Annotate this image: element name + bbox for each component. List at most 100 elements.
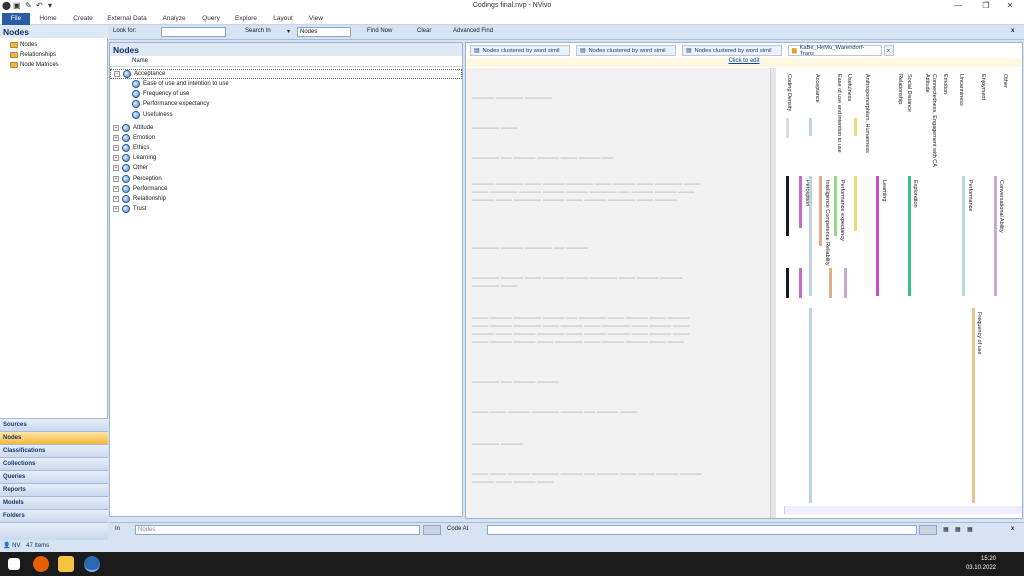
coding-stripe-acceptance[interactable] xyxy=(809,118,812,136)
node-row[interactable]: + Attitude xyxy=(110,123,462,133)
advanced-find-button[interactable]: Advanced Find xyxy=(453,28,493,34)
expand-icon[interactable]: + xyxy=(113,134,119,141)
node-row[interactable]: + Trust xyxy=(110,204,462,214)
coding-stripe-exploration[interactable] xyxy=(908,176,911,296)
code-options-icon[interactable]: ▦ xyxy=(967,526,973,533)
text-scrollbar[interactable] xyxy=(770,68,776,518)
coding-stripe-intelligence[interactable] xyxy=(829,268,832,298)
tab-create[interactable]: Create xyxy=(68,13,98,25)
close-tab-button[interactable]: x xyxy=(884,45,894,56)
code-icon[interactable]: ▦ xyxy=(943,526,949,533)
stripe-header-label[interactable]: Anthropomorphism, Humanness xyxy=(864,74,870,153)
coding-stripe-conversational-ability[interactable] xyxy=(994,176,997,296)
nav-button-sources[interactable]: Sources xyxy=(0,418,108,431)
coding-stripe-performance-expectancy[interactable] xyxy=(834,176,837,236)
file-explorer-icon[interactable] xyxy=(58,556,74,572)
code-at-field[interactable] xyxy=(487,525,917,535)
node-row[interactable]: + Other xyxy=(110,163,462,173)
node-row[interactable]: Performance expectancy xyxy=(110,99,462,109)
stripe-header-label[interactable]: Other xyxy=(1002,74,1008,88)
coding-stripe-intelligence[interactable] xyxy=(819,176,822,246)
stripe-header-label[interactable]: Connectedness, Engagement with CA xyxy=(931,74,937,167)
tree-item-nodes[interactable]: Nodes xyxy=(10,40,37,49)
close-window-button[interactable]: ✕ xyxy=(996,0,1024,12)
node-row[interactable]: + Ethics xyxy=(110,143,462,153)
tab-external-data[interactable]: External Data xyxy=(104,13,150,25)
nav-button-classifications[interactable]: Classifications xyxy=(0,444,108,457)
nav-button-folders[interactable]: Folders xyxy=(0,509,108,522)
coding-stripe-perception[interactable] xyxy=(799,176,802,228)
close-find-bar-button[interactable]: x xyxy=(1011,28,1014,34)
chevron-down-icon[interactable]: ▾ xyxy=(287,28,290,35)
find-now-button[interactable]: Find Now xyxy=(367,28,392,34)
coding-stripe-ease-of-use[interactable] xyxy=(854,176,857,231)
coding-stripe-relationship[interactable] xyxy=(844,268,847,298)
nav-options-button[interactable] xyxy=(0,522,108,540)
tab-view[interactable]: View xyxy=(303,13,329,25)
coding-stripe-performance[interactable] xyxy=(962,176,965,296)
coding-stripe-learning[interactable] xyxy=(876,176,879,296)
click-to-edit-link[interactable]: Click to edit xyxy=(466,58,1022,67)
expand-icon[interactable]: + xyxy=(113,205,119,212)
stripe-header-label[interactable]: Ease of use and intention to use xyxy=(836,74,842,153)
expand-icon[interactable]: + xyxy=(113,165,119,172)
tab-query[interactable]: Query xyxy=(197,13,225,25)
node-row[interactable]: Frequency of use xyxy=(110,89,462,99)
stripe-header-label[interactable]: Relationship xyxy=(897,74,903,104)
nav-button-collections[interactable]: Collections xyxy=(0,457,108,470)
minimize-button[interactable]: — xyxy=(944,0,972,12)
nav-button-queries[interactable]: Queries xyxy=(0,470,108,483)
nvivo-taskbar-icon[interactable] xyxy=(84,556,100,572)
tab-cluster-2[interactable]: ▤ Nodes clustered by word simil xyxy=(576,45,676,56)
stripes-horizontal-scrollbar[interactable] xyxy=(784,506,1022,514)
node-row[interactable]: + Emotion xyxy=(110,133,462,143)
coding-stripe-acceptance[interactable] xyxy=(809,176,812,296)
node-row[interactable]: + Learning xyxy=(110,153,462,163)
stripe-header-label[interactable]: Emotion xyxy=(942,74,948,94)
column-header-name[interactable]: Name xyxy=(110,57,462,67)
stripe-header-label[interactable]: Social Distance xyxy=(906,74,912,112)
node-row[interactable]: Ease of use and intention to use xyxy=(110,79,462,89)
node-row[interactable]: + Performance xyxy=(110,184,462,194)
expand-icon[interactable]: + xyxy=(113,155,119,162)
coding-stripe-acceptance[interactable] xyxy=(809,308,812,503)
node-row[interactable]: − Acceptance xyxy=(110,69,462,79)
nav-button-models[interactable]: Models xyxy=(0,496,108,509)
node-row[interactable]: + Relationship xyxy=(110,194,462,204)
code-at-browse-button[interactable] xyxy=(919,525,937,535)
clear-button[interactable]: Clear xyxy=(417,28,431,34)
stripe-header-label[interactable]: Enjoyment xyxy=(980,74,986,100)
expand-icon[interactable]: + xyxy=(113,195,119,202)
tree-item-relationships[interactable]: Relationships xyxy=(10,50,56,59)
expand-icon[interactable]: + xyxy=(113,185,119,192)
tree-item-node-matrices[interactable]: Node Matrices xyxy=(10,60,59,69)
nav-button-nodes[interactable]: Nodes xyxy=(0,431,108,444)
tab-cluster-3[interactable]: ▤ Nodes clustered by word simil xyxy=(682,45,782,56)
expand-icon[interactable]: + xyxy=(113,175,119,182)
tab-layout[interactable]: Layout xyxy=(268,13,298,25)
tab-cluster-1[interactable]: ▤ Nodes clustered by word simil xyxy=(470,45,570,56)
stripe-header-label[interactable]: Coding Density xyxy=(786,74,792,111)
coding-stripe-frequency-of-use[interactable] xyxy=(972,308,975,503)
node-row[interactable]: Usefulness xyxy=(110,110,462,120)
tab-transcript[interactable]: ▆ KaBe_HeMu_Warendorf-Trans xyxy=(788,45,882,57)
stripe-header-label[interactable]: Uncanniness xyxy=(958,74,964,106)
stripe-header-label[interactable]: Attitude xyxy=(924,74,930,93)
tab-explore[interactable]: Explore xyxy=(231,13,261,25)
stripe-header-label[interactable]: Acceptance xyxy=(814,74,820,103)
in-browse-button[interactable] xyxy=(423,525,441,535)
nav-button-reports[interactable]: Reports xyxy=(0,483,108,496)
in-field[interactable]: Nodes xyxy=(135,525,420,535)
firefox-icon[interactable] xyxy=(33,556,49,572)
look-for-input[interactable] xyxy=(161,27,226,37)
tab-file[interactable]: File xyxy=(2,13,30,25)
search-in-button[interactable]: Search In xyxy=(245,28,271,34)
tab-analyze[interactable]: Analyze xyxy=(158,13,190,25)
stripe-header-label[interactable]: Usefulness xyxy=(846,74,852,101)
collapse-icon[interactable]: − xyxy=(114,71,120,77)
coding-stripe-perception[interactable] xyxy=(799,268,802,298)
expand-icon[interactable]: + xyxy=(113,145,119,152)
search-in-field[interactable]: Nodes xyxy=(297,27,351,37)
tab-home[interactable]: Home xyxy=(34,13,62,25)
uncode-icon[interactable]: ▦ xyxy=(955,526,961,533)
